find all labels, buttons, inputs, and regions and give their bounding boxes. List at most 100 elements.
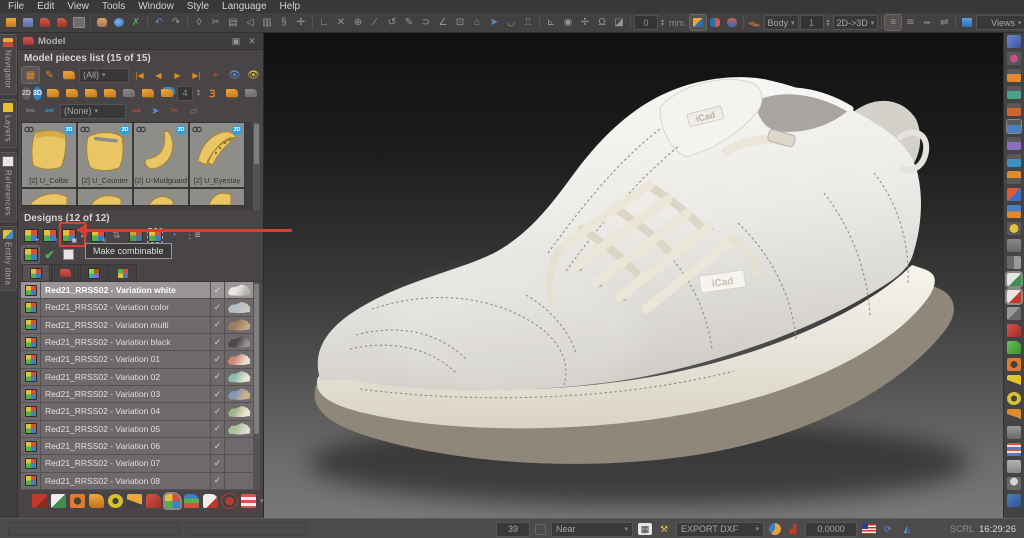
piece-pair-1-icon[interactable] <box>44 85 61 101</box>
design-row[interactable]: Red21_RRSS02 - Variation 01 ✓ <box>21 351 253 368</box>
select-arrow-icon[interactable]: ➤ <box>486 15 502 30</box>
outsole-ring-icon[interactable] <box>1007 392 1021 405</box>
show-all-icon[interactable]: 👁 <box>245 67 262 83</box>
copies-field[interactable]: 1 <box>800 15 824 30</box>
intersect-tool-icon[interactable]: ✕ <box>333 15 349 30</box>
flatten-icon[interactable] <box>724 15 740 30</box>
visible-check-icon[interactable]: ✓ <box>210 403 224 419</box>
visible-check-icon[interactable]: ✓ <box>210 386 224 402</box>
folders-icon[interactable] <box>1007 239 1021 252</box>
chart-icon[interactable]: ▟ <box>786 523 800 535</box>
offset-value-field[interactable]: 0 <box>634 15 658 30</box>
grid-view-icon[interactable]: ▦ <box>22 67 39 83</box>
link-red-icon[interactable]: ⚯ <box>128 103 145 119</box>
size-field[interactable]: 39 <box>496 522 530 537</box>
mode-3d-button[interactable]: 3D <box>33 87 42 100</box>
language-flag-icon[interactable] <box>862 524 876 534</box>
export-format-select[interactable]: EXPORT DXF▾ <box>676 522 764 537</box>
visible-check-icon[interactable]: ✓ <box>210 282 224 298</box>
menu-tools[interactable]: Tools <box>96 0 131 13</box>
box-tool-icon[interactable]: ⊡ <box>452 15 468 30</box>
visible-check-icon[interactable]: ✓ <box>210 473 224 489</box>
sidebar-tab-layers[interactable]: Layers <box>0 99 17 148</box>
lock-icon[interactable]: ⎍ <box>520 15 536 30</box>
pieces-scrollbar[interactable] <box>253 122 260 210</box>
shoe-red-icon[interactable] <box>146 494 161 508</box>
last-icon[interactable] <box>203 494 218 508</box>
piece-count-spinner[interactable]: ▲▼ <box>195 89 202 97</box>
apply-check-icon[interactable]: ✔ <box>41 246 58 263</box>
lines-panel-icon[interactable] <box>1007 120 1021 133</box>
flip-horizontal-icon[interactable]: ⬰ <box>919 15 935 30</box>
padding-panel-icon[interactable] <box>1007 188 1021 201</box>
menu-view[interactable]: View <box>61 0 95 13</box>
pen-tool-icon[interactable]: ✎ <box>401 15 417 30</box>
lod-select[interactable]: Near▾ <box>551 522 633 537</box>
new-design-icon[interactable]: + <box>22 227 39 244</box>
design-row[interactable]: Red21_RRSS02 - Variation 02 ✓ <box>21 369 253 386</box>
views-select[interactable]: Views▾ <box>976 15 1024 30</box>
tab-colors[interactable] <box>109 264 137 281</box>
materials-panel-icon[interactable] <box>1007 69 1021 82</box>
design-row[interactable]: Red21_RRSS02 - Variation 06 ✓ <box>21 438 253 455</box>
stitches-panel-icon[interactable] <box>1007 154 1021 167</box>
mode-select[interactable]: 2D->3D▾ <box>833 15 879 30</box>
import-design-icon[interactable]: ↑ <box>41 227 58 244</box>
pin-panel-icon[interactable]: ▣ <box>230 36 242 47</box>
piece-pair-5-icon[interactable] <box>139 85 156 101</box>
fill-tool-icon[interactable]: ◪ <box>611 15 627 30</box>
tools-config-icon[interactable]: ⚒ <box>657 523 671 535</box>
view-red-icon[interactable] <box>1007 290 1021 303</box>
design-row[interactable]: Red21_RRSS02 - Variation 03 ✓ <box>21 386 253 403</box>
sole-ring-icon[interactable] <box>70 494 85 508</box>
sidebar-tab-navigator[interactable]: Navigator <box>0 34 17 95</box>
folder-lock-icon[interactable] <box>1007 205 1021 218</box>
visible-check-icon[interactable]: ✓ <box>210 369 224 385</box>
last-body-icon[interactable]: 👞 <box>747 15 763 30</box>
sole-striped-icon[interactable] <box>1007 443 1021 456</box>
flip-vertical-icon[interactable]: ⇌ <box>936 15 952 30</box>
paste-icon[interactable]: ◁ <box>242 15 258 30</box>
design-row[interactable]: Red21_RRSS02 - Variation black ✓ <box>21 334 253 351</box>
piece-cell-partial[interactable] <box>77 188 133 206</box>
shoe-multi-icon[interactable] <box>184 494 199 508</box>
sole-flat-icon[interactable] <box>1007 426 1021 439</box>
layers-stack-icon[interactable] <box>1007 307 1021 320</box>
blank-design-icon[interactable] <box>60 246 77 263</box>
measure-icon[interactable]: § <box>276 15 292 30</box>
snap-center-icon[interactable]: ⊕ <box>350 15 366 30</box>
piece-cell-eyestay[interactable]: 3D [2] U_Eyestay <box>189 122 245 188</box>
symmetry-icon[interactable] <box>707 15 723 30</box>
piece-cell-counter[interactable]: 3D [2] U_Counter <box>77 122 133 188</box>
fold-piece-icon[interactable] <box>223 85 240 101</box>
rotate-tool-icon[interactable]: ⊾ <box>543 15 559 30</box>
edit-piece-icon[interactable]: ✎ <box>41 67 58 83</box>
focus-piece-icon[interactable]: ⌖ <box>207 67 224 83</box>
heel-icon[interactable] <box>127 494 142 508</box>
last-red-icon[interactable] <box>1007 324 1021 337</box>
node-tool-icon[interactable]: ⊃ <box>418 15 434 30</box>
scissors-icon[interactable] <box>1007 494 1021 507</box>
insole-icon[interactable] <box>89 494 104 508</box>
loop-tool-icon[interactable]: Ω <box>594 15 610 30</box>
accessories-lock-icon[interactable] <box>1007 171 1021 184</box>
sidebar-tab-references[interactable]: References <box>0 152 17 222</box>
save-icon[interactable] <box>20 15 36 30</box>
piece-stack-icon[interactable] <box>158 85 175 101</box>
cut-tool-icon[interactable]: ✂ <box>208 15 224 30</box>
record-icon[interactable] <box>222 494 237 508</box>
piece-offset-icon[interactable] <box>690 15 706 30</box>
sync-circle-icon[interactable] <box>769 523 781 535</box>
link-off-icon[interactable]: ⚯ <box>22 103 39 119</box>
offset-spinner[interactable]: ▲▼ <box>659 19 666 27</box>
corner-tool-icon[interactable]: ∟ <box>316 15 332 30</box>
tab-materials[interactable] <box>80 264 108 281</box>
design-row[interactable]: Red21_RRSS02 - Variation white ✓ <box>21 282 253 299</box>
designs-scrollbar[interactable] <box>253 282 260 490</box>
visible-check-icon[interactable]: ✓ <box>210 351 224 367</box>
visible-check-icon[interactable]: ✓ <box>210 421 224 437</box>
sole-ring-right-icon[interactable] <box>1007 358 1021 371</box>
piece-filter-select[interactable]: (All)▾ <box>79 68 129 83</box>
nodes-icon[interactable] <box>1007 256 1021 269</box>
measure-status-icon[interactable]: ◭ <box>900 523 914 535</box>
